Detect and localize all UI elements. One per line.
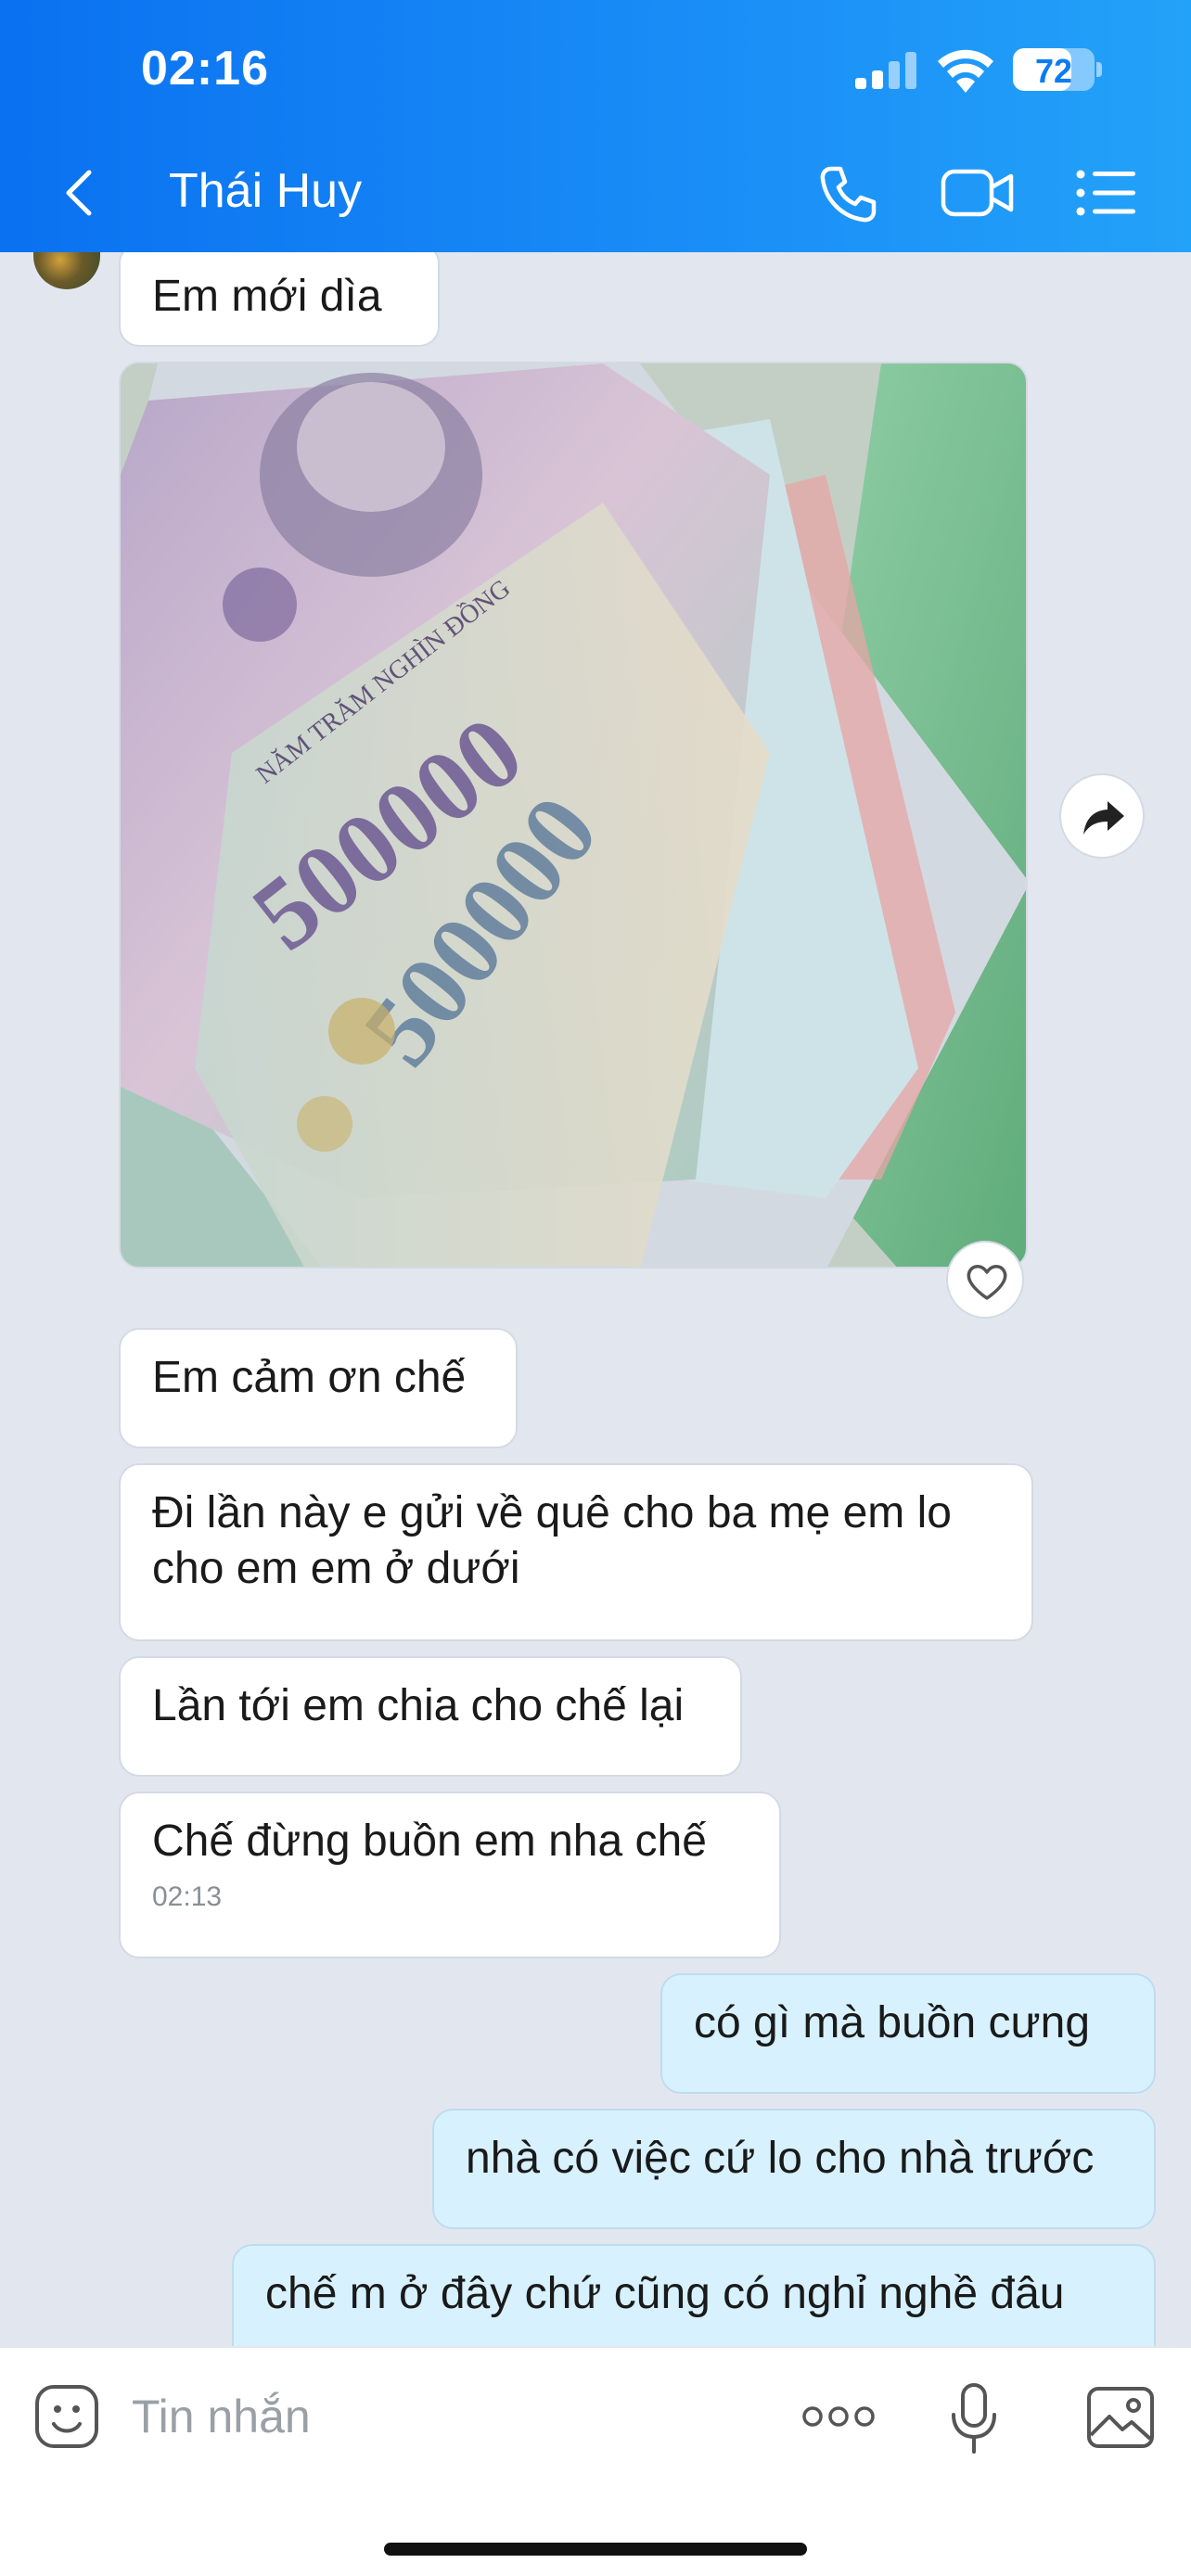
banknotes-image: 500000 500000 NĂM TRĂM NGHÌN ĐỒNG: [121, 363, 1026, 1267]
message-bubble[interactable]: Em mới dìa: [119, 252, 440, 347]
message-text: Đi lần này e gửi về quê cho ba mẹ em lo …: [152, 1488, 952, 1593]
home-indicator: [384, 2543, 807, 2556]
mic-icon[interactable]: [948, 2381, 1000, 2455]
heart-icon: [967, 1265, 1007, 1300]
battery-icon: 72: [1013, 48, 1102, 91]
sticker-icon[interactable]: [33, 2383, 100, 2450]
video-call-icon[interactable]: [941, 167, 1015, 219]
message-bubble[interactable]: Lần tới em chia cho chế lại: [119, 1656, 742, 1777]
gallery-icon[interactable]: [1085, 2385, 1156, 2450]
menu-icon[interactable]: [1076, 169, 1137, 217]
chat-header: 02:16 72 Thái Huy: [0, 0, 1191, 252]
message-text: Em mới dìa: [152, 272, 382, 321]
message-bubble[interactable]: Đi lần này e gửi về quê cho ba mẹ em lo …: [119, 1463, 1033, 1641]
message-text: Em cảm ơn chế: [152, 1353, 467, 1402]
message-input[interactable]: [132, 2381, 735, 2452]
message-text: có gì mà buồn cưng: [694, 1998, 1091, 2047]
chat-screen: 02:16 72 Thái Huy Em mới dìa 500000 5000…: [0, 0, 1191, 2576]
message-time: 02:13: [152, 1881, 223, 1912]
react-button[interactable]: [946, 1241, 1024, 1319]
message-text: Lần tới em chia cho chế lại: [152, 1681, 685, 1730]
photo-message[interactable]: 500000 500000 NĂM TRĂM NGHÌN ĐỒNG: [119, 362, 1028, 1269]
message-bubble[interactable]: Chế đừng buồn em nha chế 02:13: [119, 1792, 781, 1958]
contact-name[interactable]: Thái Huy: [169, 163, 362, 219]
message-text: Chế đừng buồn em nha chế: [152, 1817, 707, 1866]
message-bubble-outgoing[interactable]: nhà có việc cứ lo cho nhà trước: [432, 2109, 1156, 2229]
battery-percent: 72: [1034, 52, 1073, 90]
message-text: chế m ở đây chứ cũng có nghỉ nghề đâu: [265, 2269, 1065, 2318]
message-text: nhà có việc cứ lo cho nhà trước: [466, 2134, 1095, 2183]
wifi-icon: [938, 49, 993, 93]
share-icon: [1083, 801, 1124, 835]
message-bubble[interactable]: Em cảm ơn chế: [119, 1328, 518, 1448]
back-icon[interactable]: [59, 167, 100, 219]
status-time: 02:16: [141, 42, 269, 96]
message-bubble-outgoing[interactable]: chế m ở đây chứ cũng có nghỉ nghề đâu: [232, 2244, 1156, 2346]
signal-icon: [855, 52, 916, 89]
avatar[interactable]: [33, 252, 100, 289]
more-icon[interactable]: [800, 2402, 877, 2431]
message-list[interactable]: Em mới dìa 500000 500000 NĂM TRĂM NGHÌN …: [0, 252, 1191, 2346]
share-button[interactable]: [1059, 773, 1145, 859]
composer-bar: [0, 2346, 1191, 2576]
message-bubble-outgoing[interactable]: có gì mà buồn cưng: [660, 1973, 1156, 2094]
call-icon[interactable]: [816, 163, 879, 226]
